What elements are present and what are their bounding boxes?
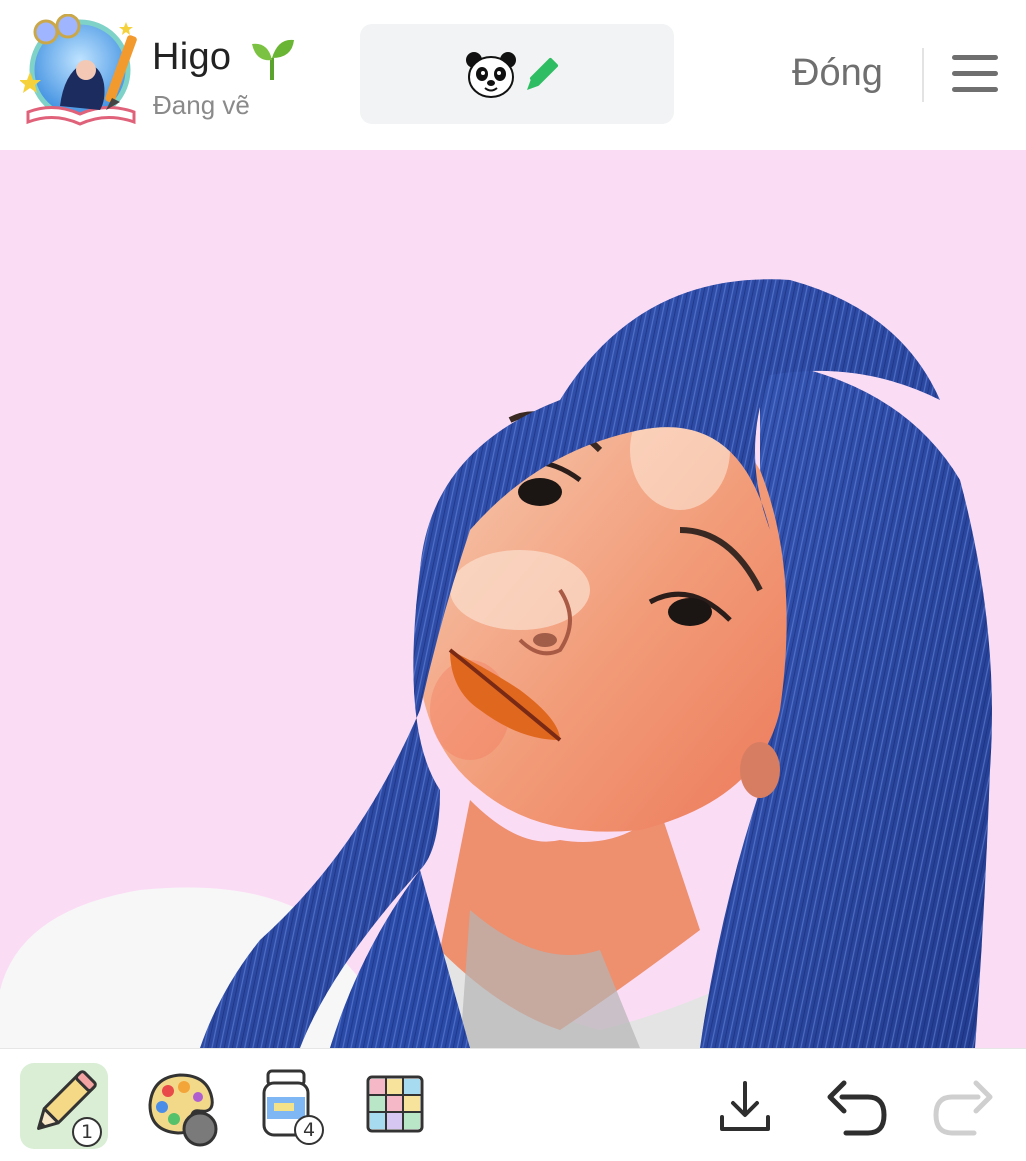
- panda-icon: [465, 51, 517, 99]
- download-button[interactable]: [716, 1077, 774, 1140]
- undo-button[interactable]: [822, 1077, 890, 1144]
- layer-count-badge: 4: [294, 1115, 324, 1145]
- palette-icon: [148, 1073, 218, 1147]
- redo-button[interactable]: [930, 1077, 998, 1144]
- bottom-toolbar: 1 4: [0, 1048, 1026, 1161]
- drawing-canvas[interactable]: [0, 150, 1026, 1048]
- grid-tool-button[interactable]: [354, 1063, 442, 1149]
- download-icon: [720, 1081, 770, 1131]
- palette-tool-button[interactable]: [138, 1063, 226, 1149]
- header: Higo Đang vẽ Đóng: [0, 0, 1026, 150]
- menu-icon[interactable]: [950, 52, 1000, 96]
- drawing-mode-badge: [360, 24, 674, 124]
- artwork: [0, 279, 992, 1048]
- close-button[interactable]: Đóng: [792, 52, 883, 95]
- avatar[interactable]: [19, 13, 142, 136]
- user-name: Higo: [152, 36, 232, 78]
- status-text: Đang vẽ: [153, 90, 250, 120]
- undo-icon: [827, 1080, 887, 1136]
- redo-icon: [933, 1080, 993, 1136]
- pencil-size-badge: 1: [72, 1117, 102, 1147]
- pencil-tool-button[interactable]: 1: [20, 1063, 108, 1149]
- header-divider: [922, 48, 924, 102]
- pencil-icon: [524, 55, 562, 93]
- paint-jar-tool-button[interactable]: 4: [252, 1063, 340, 1149]
- grid-icon: [366, 1075, 424, 1133]
- sprout-icon: [248, 36, 296, 82]
